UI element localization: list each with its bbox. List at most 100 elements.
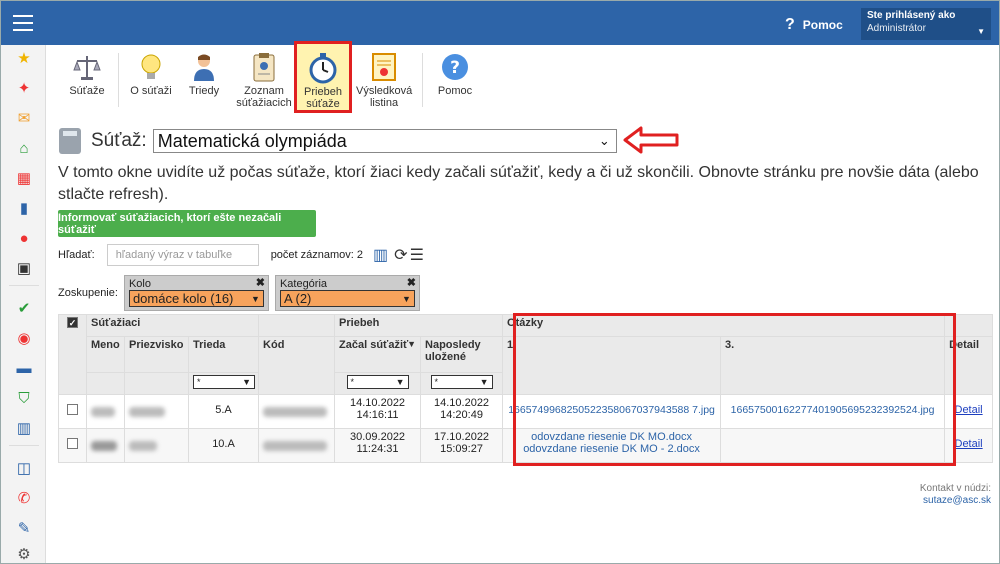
toolbar-item-results[interactable]: Výsledková listina (356, 51, 412, 113)
col-header-zacal[interactable]: Začal súťažiť ▼ (334, 336, 422, 373)
toolbar-item-label: Súťaže (69, 85, 105, 97)
toolbar-item-progress[interactable]: Priebeh súťaže (294, 41, 352, 113)
competition-row: Súťaž: Matematická olympiáda ⌄ (59, 127, 617, 155)
group-kategoria-select[interactable]: A (2) ▼ (279, 290, 415, 307)
sort-desc-icon: ▼ (407, 339, 417, 349)
row-checkbox[interactable] (67, 404, 78, 415)
redacted-last-name (129, 441, 157, 452)
certificate-icon (356, 51, 412, 83)
col-header-q1[interactable]: 1. (502, 336, 722, 395)
toolbar-item-participants[interactable]: Zoznam súťažiacich (232, 51, 296, 113)
progress-table: ✓ Súťažiaci Priebeh Otázky Meno Priezvis… (58, 314, 994, 463)
star-icon[interactable]: ★ (15, 49, 33, 67)
book-icon[interactable]: ▮ (15, 199, 33, 217)
refresh-icon[interactable]: ⟳ (394, 245, 407, 265)
chat-icon[interactable]: ✆ (15, 489, 33, 507)
group-kolo: Kolo domáce kolo (16) ▼ ✖ (123, 275, 269, 311)
user-dropdown[interactable]: Ste prihlásený ako Administrátor ▼ (861, 8, 991, 40)
col-header-kod[interactable]: Kód (258, 336, 336, 395)
table-row: 10.A 30.09.2022 11:24:31 17.10.2022 15:09:… (58, 428, 994, 463)
col-header-naposledy[interactable]: Naposledy uložené (420, 336, 504, 373)
grouping-label: Zoskupenie: (58, 287, 118, 299)
toolbar: Súťaže O súťaži Triedy Zoznam súťažiacic… (56, 41, 999, 117)
redacted-first-name (91, 407, 115, 418)
app-window: ? Pomoc Ste prihlásený ako Administrátor … (0, 0, 1000, 564)
row-checkbox[interactable] (67, 438, 78, 449)
user-circle-icon[interactable]: ● (15, 229, 33, 247)
hamburger-menu-icon[interactable] (13, 15, 33, 31)
col-header-q3[interactable]: 3. (720, 336, 946, 395)
filter-naposledy-cell: * ▼ (420, 372, 504, 395)
file-link-q3[interactable]: 16657500162277401905695232392524.jpg (720, 394, 946, 429)
contact-label: Kontakt v núdzi: (919, 483, 991, 494)
file-link-q1[interactable]: 1665749968250522358067037943588 7.jpg (502, 394, 722, 429)
cell-naposledy: 14.10.2022 14:20:49 (420, 394, 504, 429)
toolbar-item-label: Triedy (188, 85, 220, 97)
table-row: 5.A 14.10.2022 14:16:11 14.10.2022 14:20:4… (58, 394, 994, 429)
close-icon[interactable]: ✖ (407, 276, 416, 289)
calendar-grid-icon[interactable]: ▦ (15, 169, 33, 187)
lightbulb-icon (126, 51, 176, 83)
toolbar-item-label: Zoznam súťažiacich (236, 85, 292, 109)
competition-selected-value: Matematická olympiáda (157, 130, 347, 151)
cell-zacal: 14.10.2022 14:16:11 (334, 394, 422, 429)
toolbar-item-classes[interactable]: Triedy (182, 51, 226, 113)
gear-icon[interactable]: ⚙ (15, 545, 33, 563)
group-header-detail-spacer (944, 314, 994, 337)
toolbar-item-competitions[interactable]: Súťaže (64, 51, 110, 113)
detail-link[interactable]: Detail (955, 404, 983, 416)
filter-zacal-select[interactable]: * ▼ (346, 375, 409, 389)
stats-circle-icon[interactable]: ◉ (15, 329, 33, 347)
calendar-icon[interactable]: ▣ (15, 259, 33, 277)
col-header-meno[interactable]: Meno (86, 336, 125, 373)
calculator-icon (59, 128, 81, 154)
open-book-icon[interactable]: ◫ (15, 459, 33, 477)
redacted-code (263, 407, 328, 418)
col-header-priezvisko[interactable]: Priezvisko (124, 336, 189, 373)
columns-icon[interactable]: ▥ (373, 245, 388, 265)
file-link-q1[interactable]: odovzdane riesenie DK MO - 2.docx (507, 443, 716, 455)
toolbar-item-label: Priebeh súťaže (304, 86, 342, 110)
cell-trieda: 10.A (187, 428, 260, 463)
magic-wand-icon[interactable]: ✦ (15, 79, 33, 97)
person-icon (182, 51, 226, 83)
shield-icon[interactable]: ⛉ (15, 389, 33, 407)
redacted-first-name (91, 441, 117, 452)
home-icon[interactable]: ⌂ (15, 139, 33, 157)
clipboard-icon (232, 51, 296, 83)
col-header-trieda[interactable]: Trieda (187, 336, 260, 373)
pen-icon[interactable]: ✎ (15, 519, 33, 537)
filter-naposledy-select[interactable]: * ▼ (430, 375, 493, 389)
close-icon[interactable]: ✖ (256, 276, 265, 289)
scales-icon (64, 51, 110, 83)
check-circle-icon[interactable]: ✔ (15, 299, 33, 317)
search-label: Hľadať: (58, 249, 95, 261)
filter-trieda-select[interactable]: * ▼ (193, 375, 255, 389)
mail-icon[interactable]: ✉ (15, 109, 33, 127)
briefcase-icon[interactable]: ▬ (15, 359, 33, 377)
toolbar-divider (422, 53, 423, 107)
help-link[interactable]: ? Pomoc (785, 16, 843, 34)
file-link-q1[interactable]: odovzdane riesenie DK MO.docx (507, 431, 716, 443)
competition-select[interactable]: Matematická olympiáda ⌄ (152, 129, 617, 153)
group-kategoria: Kategória A (2) ▼ ✖ (274, 275, 420, 311)
toolbar-item-about[interactable]: O súťaži (126, 51, 176, 113)
detail-link[interactable]: Detail (955, 438, 983, 450)
group-header-code-spacer (258, 314, 336, 337)
search-input[interactable]: hľadaný výraz v tabuľke (106, 244, 259, 266)
sidebar-divider (9, 285, 39, 286)
bar-chart-icon[interactable]: ▥ (15, 419, 33, 437)
chevron-down-icon: ▼ (395, 377, 405, 387)
col-header-detail: Detail (944, 336, 994, 395)
group-kolo-label: Kolo (128, 278, 151, 290)
list-icon[interactable]: ☰ (410, 245, 424, 265)
group-kolo-select[interactable]: domáce kolo (16) ▼ (128, 290, 264, 307)
toolbar-item-label: Pomoc (437, 85, 473, 97)
sidebar: ★ ✦ ✉ ⌂ ▦ ▮ ● ▣ ✔ ◉ ▬ ⛉ ▥ ◫ ✆ ✎ ⚙ (1, 45, 46, 563)
notify-participants-button[interactable]: Informovať súťažiacich, ktorí ešte nezač… (58, 210, 316, 237)
select-all-checkbox[interactable]: ✓ (67, 317, 78, 328)
toolbar-item-help[interactable]: ? Pomoc (430, 51, 480, 113)
filter-cell (124, 372, 189, 395)
contact-email[interactable]: sutaze@asc.sk (920, 495, 991, 507)
cell-q1: odovzdane riesenie DK MO.docx odovzdane r… (502, 428, 722, 463)
